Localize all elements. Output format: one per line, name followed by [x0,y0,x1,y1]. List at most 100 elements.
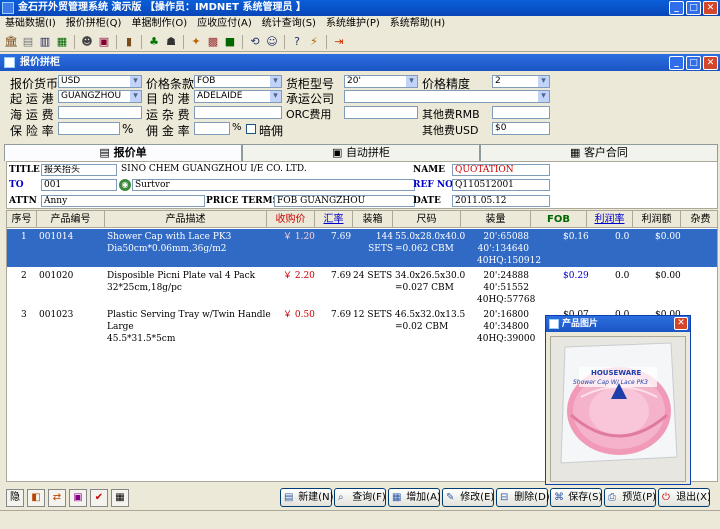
carrier-select[interactable] [344,90,550,103]
col-rate[interactable]: 汇率 [315,211,353,228]
help-icon[interactable]: ? [290,35,304,49]
database-icon[interactable]: ▤ [21,35,35,49]
inner-minimize-button[interactable]: _ [669,56,684,70]
popup-close-button[interactable]: ✕ [674,317,688,330]
orc-label: ORC费用 [286,108,332,121]
bank-icon[interactable]: 🏛 [4,35,18,49]
menu-accounts[interactable]: 应收应付(A) [192,16,257,32]
currency-select[interactable]: USD [58,75,142,88]
table-row[interactable]: 2 001020 Disposible Picni Plate val 4 Pa… [7,268,717,306]
precision-select[interactable]: 2 [492,75,550,88]
name-input[interactable]: QUOTATION [452,164,550,176]
port-from-select[interactable]: GUANGZHOU [58,90,142,103]
other-usd-input[interactable]: $0 [492,122,550,135]
shower-cap-image [551,337,685,481]
globe-icon[interactable]: ◉ [119,179,131,191]
people-icon[interactable]: ☻ [80,35,94,49]
save-button[interactable]: ⌘ 保存(S) [550,488,602,507]
title-select[interactable]: 报关抬头 [41,164,117,176]
menu-help[interactable]: 系统帮助(H) [385,16,450,32]
calculator-small-icon[interactable]: ▦ [111,489,129,507]
delete-button[interactable]: ⊟ 删除(D) [496,488,550,507]
edit-button[interactable]: ✎ 修改(E) [442,488,494,507]
book-icon[interactable]: ▥ [38,35,52,49]
tab-contract[interactable]: ▦ 客户合同 [480,144,718,161]
bag-icon[interactable]: ▮ [122,35,136,49]
chart-icon[interactable]: ▦ [55,35,69,49]
freight-input[interactable] [194,106,282,119]
col-code[interactable]: 产品编号 [37,211,105,228]
add-icon: ▦ [392,492,402,503]
paste-icon[interactable]: ▣ [69,489,87,507]
col-misc[interactable]: 杂费 [681,211,717,228]
orc-input[interactable] [344,106,418,119]
query-button[interactable]: ⌕ 查询(F) [334,488,386,507]
product-image-popup: 产品图片 ✕ HOUSEWARE Shower Cap W/ Lace PK3 [545,315,691,485]
preview-icon: ⎙ [608,492,616,503]
menu-statistics[interactable]: 统计查询(S) [257,16,321,32]
inner-close-button[interactable]: ✕ [703,56,718,70]
exit-button[interactable]: ⏻ 退出(X) [658,488,711,507]
puzzle-icon[interactable]: ✦ [189,35,203,49]
to-name-input[interactable]: Surtvor [132,179,415,191]
maximize-button[interactable]: □ [686,1,701,15]
menu-documents[interactable]: 单据制作(O) [126,16,192,32]
tab-quotation[interactable]: ▤ 报价单 [4,144,242,161]
price-terms-select[interactable]: FOB [194,75,282,88]
col-no[interactable]: 序号 [7,211,37,228]
tab-auto-container[interactable]: ▣ 自动拼柜 [242,144,480,161]
copy-icon[interactable]: ◧ [27,489,45,507]
col-size[interactable]: 尺码 [393,211,461,228]
other-rmb-input[interactable] [492,106,550,119]
close-button[interactable]: ✕ [703,1,718,15]
inner-maximize-button[interactable]: □ [686,56,701,70]
exit-icon[interactable]: ⇥ [332,35,346,49]
folder-icon[interactable]: ■ [223,35,237,49]
price-terms-input[interactable]: FOB GUANGZHOU [274,195,415,207]
container-select[interactable]: 20' [344,75,418,88]
to-code-select[interactable]: 001 [41,179,117,191]
sea-freight-input[interactable] [58,106,142,119]
date-select[interactable]: 2011.05.12 [452,195,550,207]
col-price[interactable]: 收购价 [267,211,315,228]
menu-basic-data[interactable]: 基础数据(I) [0,16,61,32]
auto-container-tab-icon: ▣ [332,146,346,159]
new-button[interactable]: ▤ 新建(N) [280,488,333,507]
calculator-icon[interactable]: ▩ [206,35,220,49]
other-usd-label: 其他费USD [422,124,479,137]
menu-quote[interactable]: 报价拼柜(Q) [61,16,127,32]
table-row[interactable]: 1 001014 Shower Cap with Lace PK3 Dia50c… [7,229,717,267]
check-icon[interactable]: ✔ [90,489,108,507]
app-title-bar: 金石开外贸管理系统 演示版 【操作员：IMDNET 系统管理员 】 _ □ ✕ [0,0,720,16]
tools-icon[interactable]: ⚡ [307,35,321,49]
port-to-select[interactable]: ADELAIDE [194,90,282,103]
popup-title-bar: 产品图片 ✕ [546,316,690,332]
col-margin[interactable]: 利润率 [587,211,633,228]
hidden-commission-checkbox[interactable] [246,124,256,134]
commission-input[interactable] [194,122,230,135]
insurance-input[interactable] [58,122,120,135]
minimize-button[interactable]: _ [669,1,684,15]
col-profit[interactable]: 利润额 [633,211,681,228]
edit-icon: ✎ [446,492,455,503]
quote-header: TITLE 报关抬头 SINO CHEM GUANGZHOU I/E CO. L… [6,161,718,209]
add-button[interactable]: ▦ 增加(A) [388,488,441,507]
hide-icon[interactable]: 隐 [6,489,24,507]
toolbar: 🏛 ▤ ▥ ▦ ☻ ▣ ▮ ♣ ☗ ✦ ▩ ■ ⟲ ☺ ? ⚡ ⇥ [0,32,720,52]
attn-input[interactable]: Anny [41,195,205,207]
preview-button[interactable]: ⎙ 预览(P) [604,488,656,507]
col-fob[interactable]: FOB [531,211,587,228]
col-load[interactable]: 装量 [461,211,531,228]
stamp-icon[interactable]: ☗ [164,35,178,49]
tree-icon[interactable]: ♣ [147,35,161,49]
quote-window-title-bar: 报价拼柜 _ □ ✕ [0,54,720,71]
col-pack[interactable]: 装箱 [353,211,393,228]
refresh-icon[interactable]: ⟲ [248,35,262,49]
truck-icon[interactable]: ▣ [97,35,111,49]
col-desc[interactable]: 产品描述 [105,211,267,228]
date-label: DATE [413,196,441,206]
user-icon[interactable]: ☺ [265,35,279,49]
ref-input[interactable]: Q110512001 [452,179,550,191]
import-icon[interactable]: ⇄ [48,489,66,507]
menu-maintenance[interactable]: 系统维护(P) [321,16,385,32]
